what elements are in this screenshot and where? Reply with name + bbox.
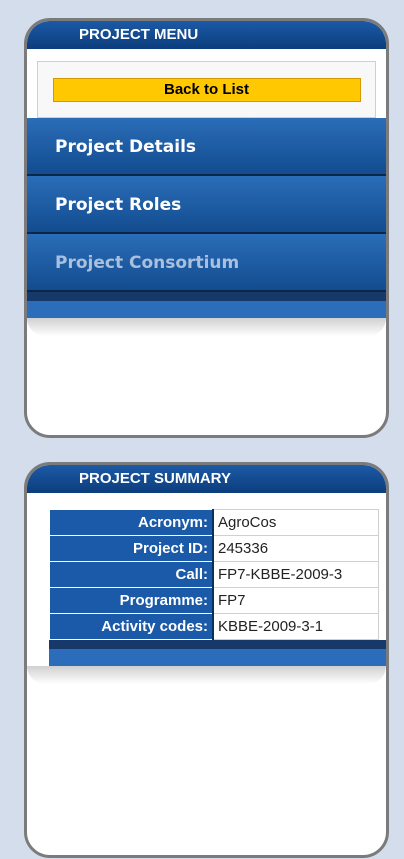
row-key-programme: Programme:	[49, 587, 214, 614]
table-row: Programme: FP7	[49, 587, 379, 614]
row-key-acronym: Acronym:	[49, 509, 214, 536]
back-button-container: Back to List	[37, 61, 376, 118]
menu-item-project-details[interactable]: Project Details	[27, 118, 386, 176]
project-summary-panel: PROJECT SUMMARY Acronym: AgroCos Project…	[24, 462, 389, 858]
row-value-call: FP7-KBBE-2009-3	[212, 561, 379, 588]
menu-shadow	[27, 318, 386, 336]
row-key-call: Call:	[49, 561, 214, 588]
project-menu-header: PROJECT MENU	[27, 21, 386, 51]
menu-item-project-roles[interactable]: Project Roles	[27, 176, 386, 234]
summary-table: Acronym: AgroCos Project ID: 245336 Call…	[49, 509, 379, 640]
summary-shadow	[27, 666, 386, 684]
table-row: Activity codes: KBBE-2009-3-1	[49, 613, 379, 640]
project-summary-header: PROJECT SUMMARY	[27, 465, 386, 495]
summary-footer-bar	[49, 640, 386, 666]
back-to-list-button[interactable]: Back to List	[52, 77, 361, 102]
table-row: Project ID: 245336	[49, 535, 379, 562]
summary-table-container: Acronym: AgroCos Project ID: 245336 Call…	[49, 509, 386, 640]
row-value-acronym: AgroCos	[212, 509, 379, 536]
project-menu-panel: PROJECT MENU Back to List Project Detail…	[24, 18, 389, 438]
row-value-project-id: 245336	[212, 535, 379, 562]
table-row: Acronym: AgroCos	[49, 509, 379, 536]
row-key-project-id: Project ID:	[49, 535, 214, 562]
row-key-activity-codes: Activity codes:	[49, 613, 214, 640]
table-row: Call: FP7-KBBE-2009-3	[49, 561, 379, 588]
menu-item-project-consortium[interactable]: Project Consortium	[27, 234, 386, 292]
row-value-programme: FP7	[212, 587, 379, 614]
menu-footer-bar	[27, 292, 386, 318]
row-value-activity-codes: KBBE-2009-3-1	[212, 613, 379, 640]
